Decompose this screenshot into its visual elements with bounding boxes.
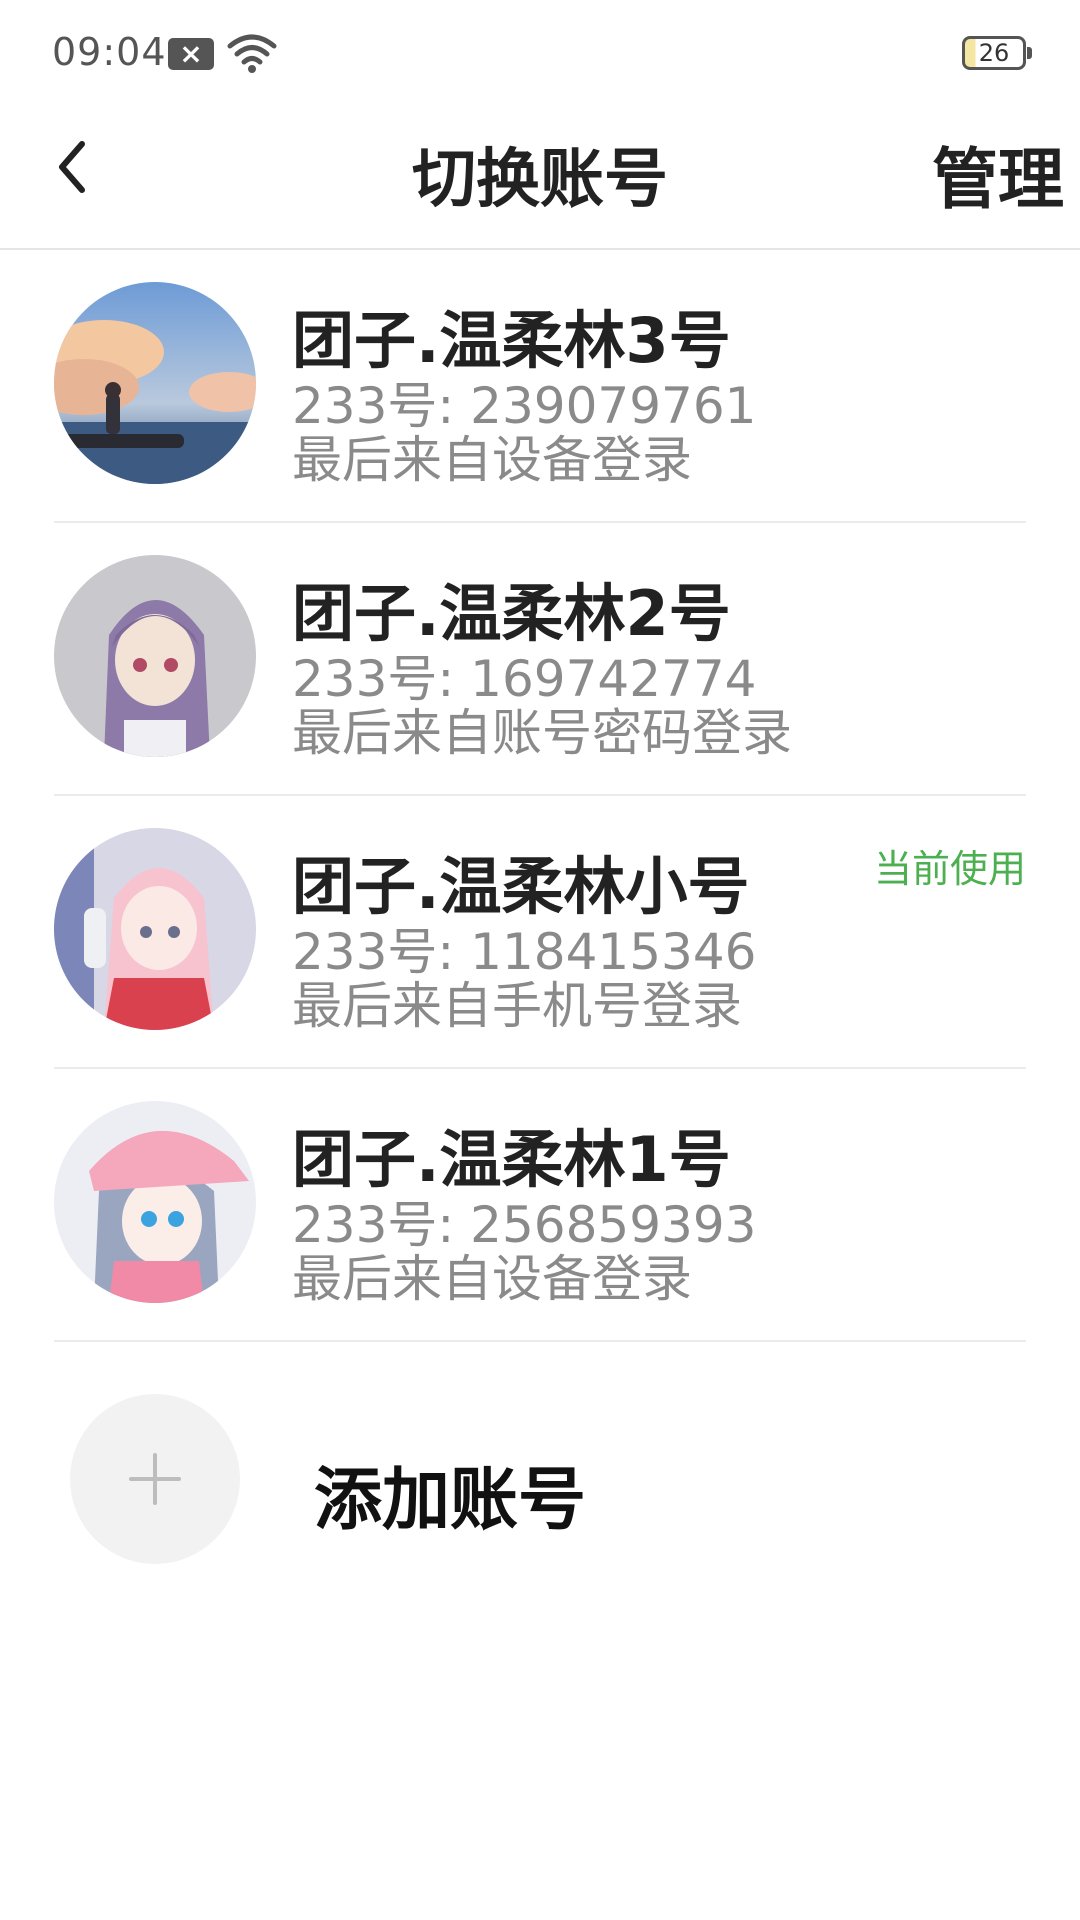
account-login-method: 最后来自设备登录: [292, 1250, 692, 1308]
close-box-icon: ×: [168, 38, 214, 70]
status-bar: 09:04 × 26: [0, 0, 1080, 100]
switch-account-screen: 09:04 × 26 切换账号 管理 团子.温柔林3号 233号: 239079…: [0, 0, 1080, 1920]
account-item[interactable]: 团子.温柔林3号 233号: 239079761 最后来自设备登录: [54, 250, 1026, 523]
add-account-label: 添加账号: [314, 1461, 587, 1540]
account-item[interactable]: 团子.温柔林小号 233号: 118415346 最后来自手机号登录 当前使用: [54, 796, 1026, 1069]
current-account-badge: 当前使用: [873, 847, 1026, 891]
account-login-method: 最后来自手机号登录: [292, 977, 742, 1035]
account-item[interactable]: 团子.温柔林2号 233号: 169742774 最后来自账号密码登录: [54, 523, 1026, 796]
add-account-circle: [70, 1394, 240, 1564]
add-account-button[interactable]: 添加账号: [70, 1394, 770, 1564]
account-item[interactable]: 团子.温柔林1号 233号: 256859393 最后来自设备登录: [54, 1069, 1026, 1342]
header-bar: 切换账号 管理: [0, 100, 1080, 250]
account-login-method: 最后来自账号密码登录: [292, 704, 792, 762]
avatar: [54, 1101, 256, 1303]
wifi-icon: [227, 34, 277, 73]
status-time: 09:04: [52, 30, 167, 74]
avatar: [54, 555, 256, 757]
battery-indicator: 26: [962, 36, 1032, 70]
account-login-method: 最后来自设备登录: [292, 431, 692, 489]
page-title: 切换账号: [412, 143, 668, 217]
avatar: [54, 828, 256, 1030]
avatar: [54, 282, 256, 484]
plus-icon: [129, 1453, 181, 1505]
manage-button[interactable]: 管理: [932, 126, 1064, 222]
